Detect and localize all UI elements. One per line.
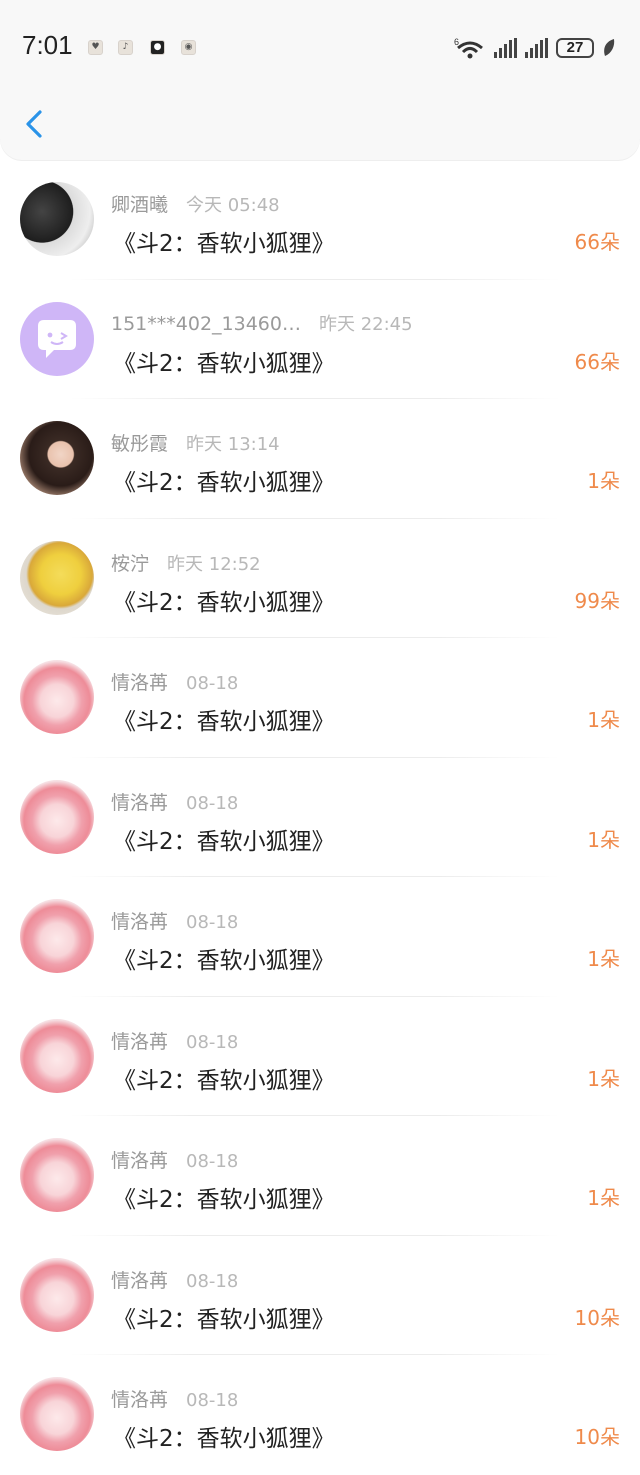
amount-label: 1朵 [587, 947, 620, 971]
item-title: 《斗2：香软小狐狸》 [113, 948, 335, 974]
avatar[interactable] [20, 1377, 94, 1451]
avatar[interactable] [20, 1257, 94, 1332]
amount-label: 10朵 [574, 1425, 620, 1449]
signal-strength-icon-2 [525, 38, 548, 58]
timestamp: 昨天 13:14 [186, 434, 280, 455]
timestamp: 08-18 [186, 1151, 239, 1172]
timestamp: 昨天 12:52 [167, 553, 261, 575]
avatar[interactable] [20, 540, 94, 615]
amount-label: 99朵 [574, 588, 620, 613]
amount-label: 66朵 [574, 349, 620, 374]
timestamp: 08-18 [186, 792, 239, 814]
user-name[interactable]: 情洛苒 [111, 672, 168, 694]
timestamp: 08-18 [186, 1031, 239, 1053]
battery-indicator: 27 [556, 38, 594, 58]
amount-label: 10朵 [574, 1305, 620, 1330]
user-name[interactable]: 桉泞 [111, 553, 149, 575]
item-title: 《斗2：香软小狐狸》 [113, 231, 335, 257]
user-name[interactable]: 情洛苒 [111, 1389, 168, 1411]
timestamp: 昨天 22:45 [318, 313, 413, 335]
status-time: 7:01 [22, 30, 73, 60]
amount-label: 1朵 [587, 1186, 620, 1210]
item-title: 《斗2：香软小狐狸》 [113, 828, 335, 855]
item-title: 《斗2：香软小狐狸》 [113, 350, 335, 377]
list-item[interactable]: 情洛苒 08-18 《斗2：香软小狐狸》 1朵 [0, 877, 640, 997]
list-item[interactable]: 情洛苒 08-18 《斗2：香软小狐狸》 10朵 [0, 1355, 640, 1475]
avatar[interactable] [20, 899, 94, 973]
list-item[interactable]: 敏彤霞 昨天 13:14 《斗2：香软小狐狸》 1朵 [0, 399, 640, 519]
wifi-icon: 6 [454, 37, 483, 59]
avatar[interactable] [20, 301, 94, 376]
timestamp: 08-18 [186, 1270, 239, 1292]
list-item[interactable]: 卿酒曦 今天 05:48 《斗2：香软小狐狸》 66朵 [0, 160, 640, 280]
app-notification-icon: ◉ [181, 40, 196, 55]
amount-label: 1朵 [587, 1066, 620, 1091]
item-title: 《斗2：香软小狐狸》 [113, 709, 335, 735]
list-item[interactable]: 情洛苒 08-18 《斗2：香软小狐狸》 1朵 [0, 758, 640, 877]
signal-strength-icon [494, 38, 517, 58]
user-name[interactable]: 情洛苒 [111, 792, 168, 814]
avatar[interactable] [20, 421, 94, 495]
list-item[interactable]: 情洛苒 08-18 《斗2：香软小狐狸》 1朵 [0, 638, 640, 758]
item-title: 《斗2：香软小狐狸》 [113, 1306, 335, 1333]
app-notification-icon: ♥ [88, 40, 103, 55]
app-notification-icon: ● [150, 40, 165, 55]
list-item[interactable]: 情洛苒 08-18 《斗2：香软小狐狸》 1朵 [0, 1116, 640, 1236]
user-name[interactable]: 151***402_13460… [111, 313, 301, 335]
network-label: 6 [454, 37, 459, 47]
avatar[interactable] [20, 1018, 94, 1093]
item-title: 《斗2：香软小狐狸》 [113, 589, 335, 616]
item-title: 《斗2：香软小狐狸》 [113, 1067, 335, 1094]
avatar[interactable] [20, 182, 94, 256]
timestamp: 今天 05:48 [186, 195, 280, 216]
avatar[interactable] [20, 1138, 94, 1212]
timestamp: 08-18 [186, 673, 239, 694]
leaf-icon [604, 39, 615, 56]
user-name[interactable]: 情洛苒 [111, 1031, 168, 1053]
item-title: 《斗2：香软小狐狸》 [113, 1187, 335, 1213]
list-item[interactable]: 情洛苒 08-18 《斗2：香软小狐狸》 1朵 [0, 997, 640, 1116]
amount-label: 1朵 [587, 708, 620, 732]
user-name[interactable]: 情洛苒 [111, 1150, 168, 1172]
timestamp: 08-18 [186, 912, 239, 933]
amount-label: 66朵 [574, 230, 620, 254]
item-title: 《斗2：香软小狐狸》 [113, 470, 335, 496]
list-item[interactable]: 情洛苒 08-18 《斗2：香软小狐狸》 10朵 [0, 1236, 640, 1355]
avatar[interactable] [20, 660, 94, 734]
gift-record-list: 卿酒曦 今天 05:48 《斗2：香软小狐狸》 66朵 151***402_134… [0, 160, 640, 1475]
user-name[interactable]: 敏彤霞 [111, 433, 168, 455]
status-indicators: 6 27 [454, 34, 616, 62]
user-name[interactable]: 情洛苒 [111, 911, 168, 933]
app-notification-icon: ♪ [118, 40, 133, 55]
user-name[interactable]: 卿酒曦 [111, 194, 168, 216]
top-bar: 7:01 ♥ ♪ ● ◉ 6 27 [0, 0, 640, 160]
list-item[interactable]: 151***402_13460… 昨天 22:45 《斗2：香软小狐狸》 66朵 [0, 280, 640, 399]
list-item[interactable]: 桉泞 昨天 12:52 《斗2：香软小狐狸》 99朵 [0, 519, 640, 638]
amount-label: 1朵 [587, 827, 620, 852]
chat-bubble-icon [38, 319, 76, 358]
user-name[interactable]: 情洛苒 [111, 1270, 168, 1292]
chevron-left-icon[interactable] [18, 104, 52, 144]
status-bar: 7:01 ♥ ♪ ● ◉ 6 27 [0, 0, 640, 96]
amount-label: 1朵 [587, 469, 620, 493]
timestamp: 08-18 [186, 1390, 239, 1411]
avatar[interactable] [20, 779, 94, 854]
item-title: 《斗2：香软小狐狸》 [113, 1426, 335, 1452]
